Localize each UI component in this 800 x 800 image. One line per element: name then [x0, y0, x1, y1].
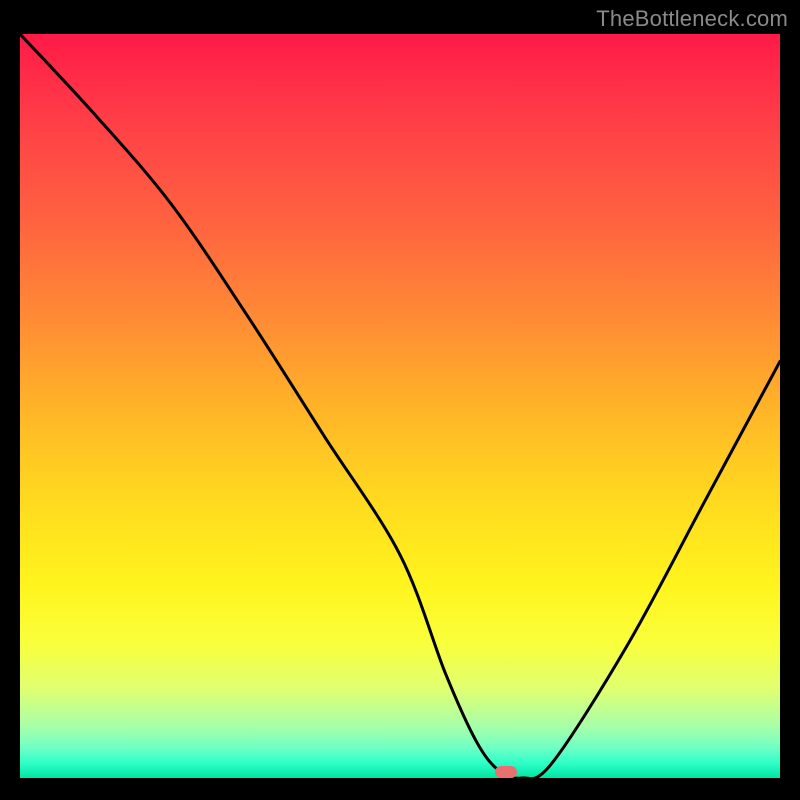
- bottleneck-chart: TheBottleneck.com: [0, 0, 800, 800]
- watermark-text: TheBottleneck.com: [596, 6, 788, 32]
- optimal-point-marker: [495, 766, 517, 778]
- bottleneck-curve-svg: [20, 34, 780, 778]
- plot-area: [20, 34, 780, 778]
- bottleneck-curve-path: [20, 34, 780, 778]
